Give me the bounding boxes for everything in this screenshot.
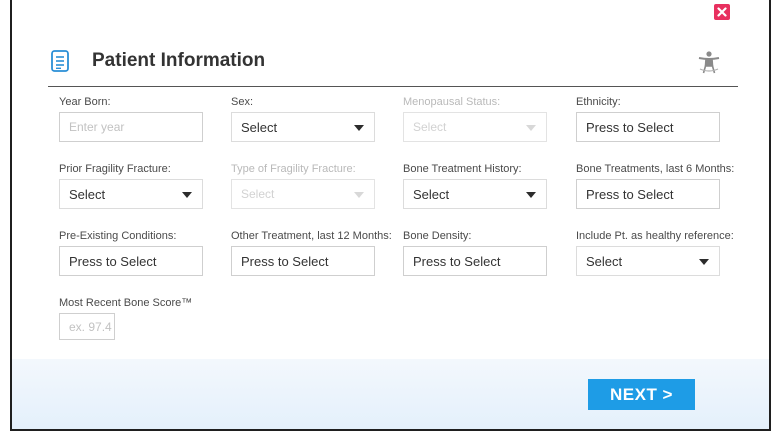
bone-treatment-history-label: Bone Treatment History: — [403, 163, 522, 175]
patient-info-dialog: Patient Information Year Born: Enter yea… — [10, 0, 771, 431]
ethnicity-picker[interactable]: Press to Select — [576, 112, 720, 142]
pre-existing-conditions-label: Pre-Existing Conditions: — [59, 230, 177, 242]
bone-density-value: Press to Select — [413, 253, 501, 269]
bone-score-placeholder: ex. 97.4 — [69, 319, 112, 334]
year-born-input[interactable]: Enter year — [59, 112, 203, 142]
close-icon — [717, 7, 727, 17]
menopausal-status-select: Select — [403, 112, 547, 142]
chevron-down-icon — [354, 125, 364, 131]
dialog-footer: NEXT > — [12, 359, 769, 429]
year-born-label: Year Born: — [59, 96, 111, 108]
bone-score-label: Most Recent Bone Score™ — [59, 297, 193, 309]
header-divider — [48, 86, 738, 87]
other-treatment-12m-value: Press to Select — [241, 253, 329, 269]
close-button[interactable] — [714, 4, 730, 20]
chevron-down-icon — [182, 192, 192, 198]
healthy-reference-select[interactable]: Select — [576, 246, 720, 276]
bone-density-label: Bone Density: — [403, 230, 472, 242]
bone-treatment-history-value: Select — [413, 186, 450, 202]
chevron-down-icon — [526, 192, 536, 198]
type-of-fragility-fracture-select: Select — [231, 179, 375, 209]
bone-treatments-6m-label: Bone Treatments, last 6 Months: — [576, 163, 735, 175]
prior-fragility-fracture-value: Select — [69, 186, 106, 202]
human-figure-icon[interactable] — [696, 49, 722, 75]
sex-label: Sex: — [231, 96, 254, 108]
sex-value: Select — [241, 119, 278, 135]
ethnicity-value: Press to Select — [586, 119, 674, 135]
other-treatment-12m-picker[interactable]: Press to Select — [231, 246, 375, 276]
bone-density-picker[interactable]: Press to Select — [403, 246, 547, 276]
chevron-down-icon — [354, 192, 364, 198]
chevron-down-icon — [526, 125, 536, 131]
ethnicity-label: Ethnicity: — [576, 96, 621, 108]
year-born-placeholder: Enter year — [69, 120, 125, 134]
chevron-down-icon — [699, 259, 709, 265]
next-button[interactable]: NEXT > — [588, 379, 695, 410]
menopausal-status-value: Select — [413, 120, 447, 134]
page-title: Patient Information — [92, 50, 266, 71]
healthy-reference-label: Include Pt. as healthy reference: — [576, 230, 734, 242]
dialog-header: Patient Information — [48, 49, 265, 73]
healthy-reference-value: Select — [586, 253, 623, 269]
menopausal-status-label: Menopausal Status: — [403, 96, 501, 108]
type-of-fragility-fracture-value: Select — [241, 187, 275, 201]
pre-existing-conditions-picker[interactable]: Press to Select — [59, 246, 203, 276]
type-of-fragility-fracture-label: Type of Fragility Fracture: — [231, 163, 356, 175]
pre-existing-conditions-value: Press to Select — [69, 253, 157, 269]
bone-treatments-6m-value: Press to Select — [586, 186, 674, 202]
other-treatment-12m-label: Other Treatment, last 12 Months: — [231, 230, 392, 242]
bone-score-input[interactable]: ex. 97.4 — [59, 313, 115, 340]
prior-fragility-fracture-label: Prior Fragility Fracture: — [59, 163, 171, 175]
bone-treatment-history-select[interactable]: Select — [403, 179, 547, 209]
prior-fragility-fracture-select[interactable]: Select — [59, 179, 203, 209]
document-list-icon — [51, 50, 69, 72]
sex-select[interactable]: Select — [231, 112, 375, 142]
bone-treatments-6m-picker[interactable]: Press to Select — [576, 179, 720, 209]
